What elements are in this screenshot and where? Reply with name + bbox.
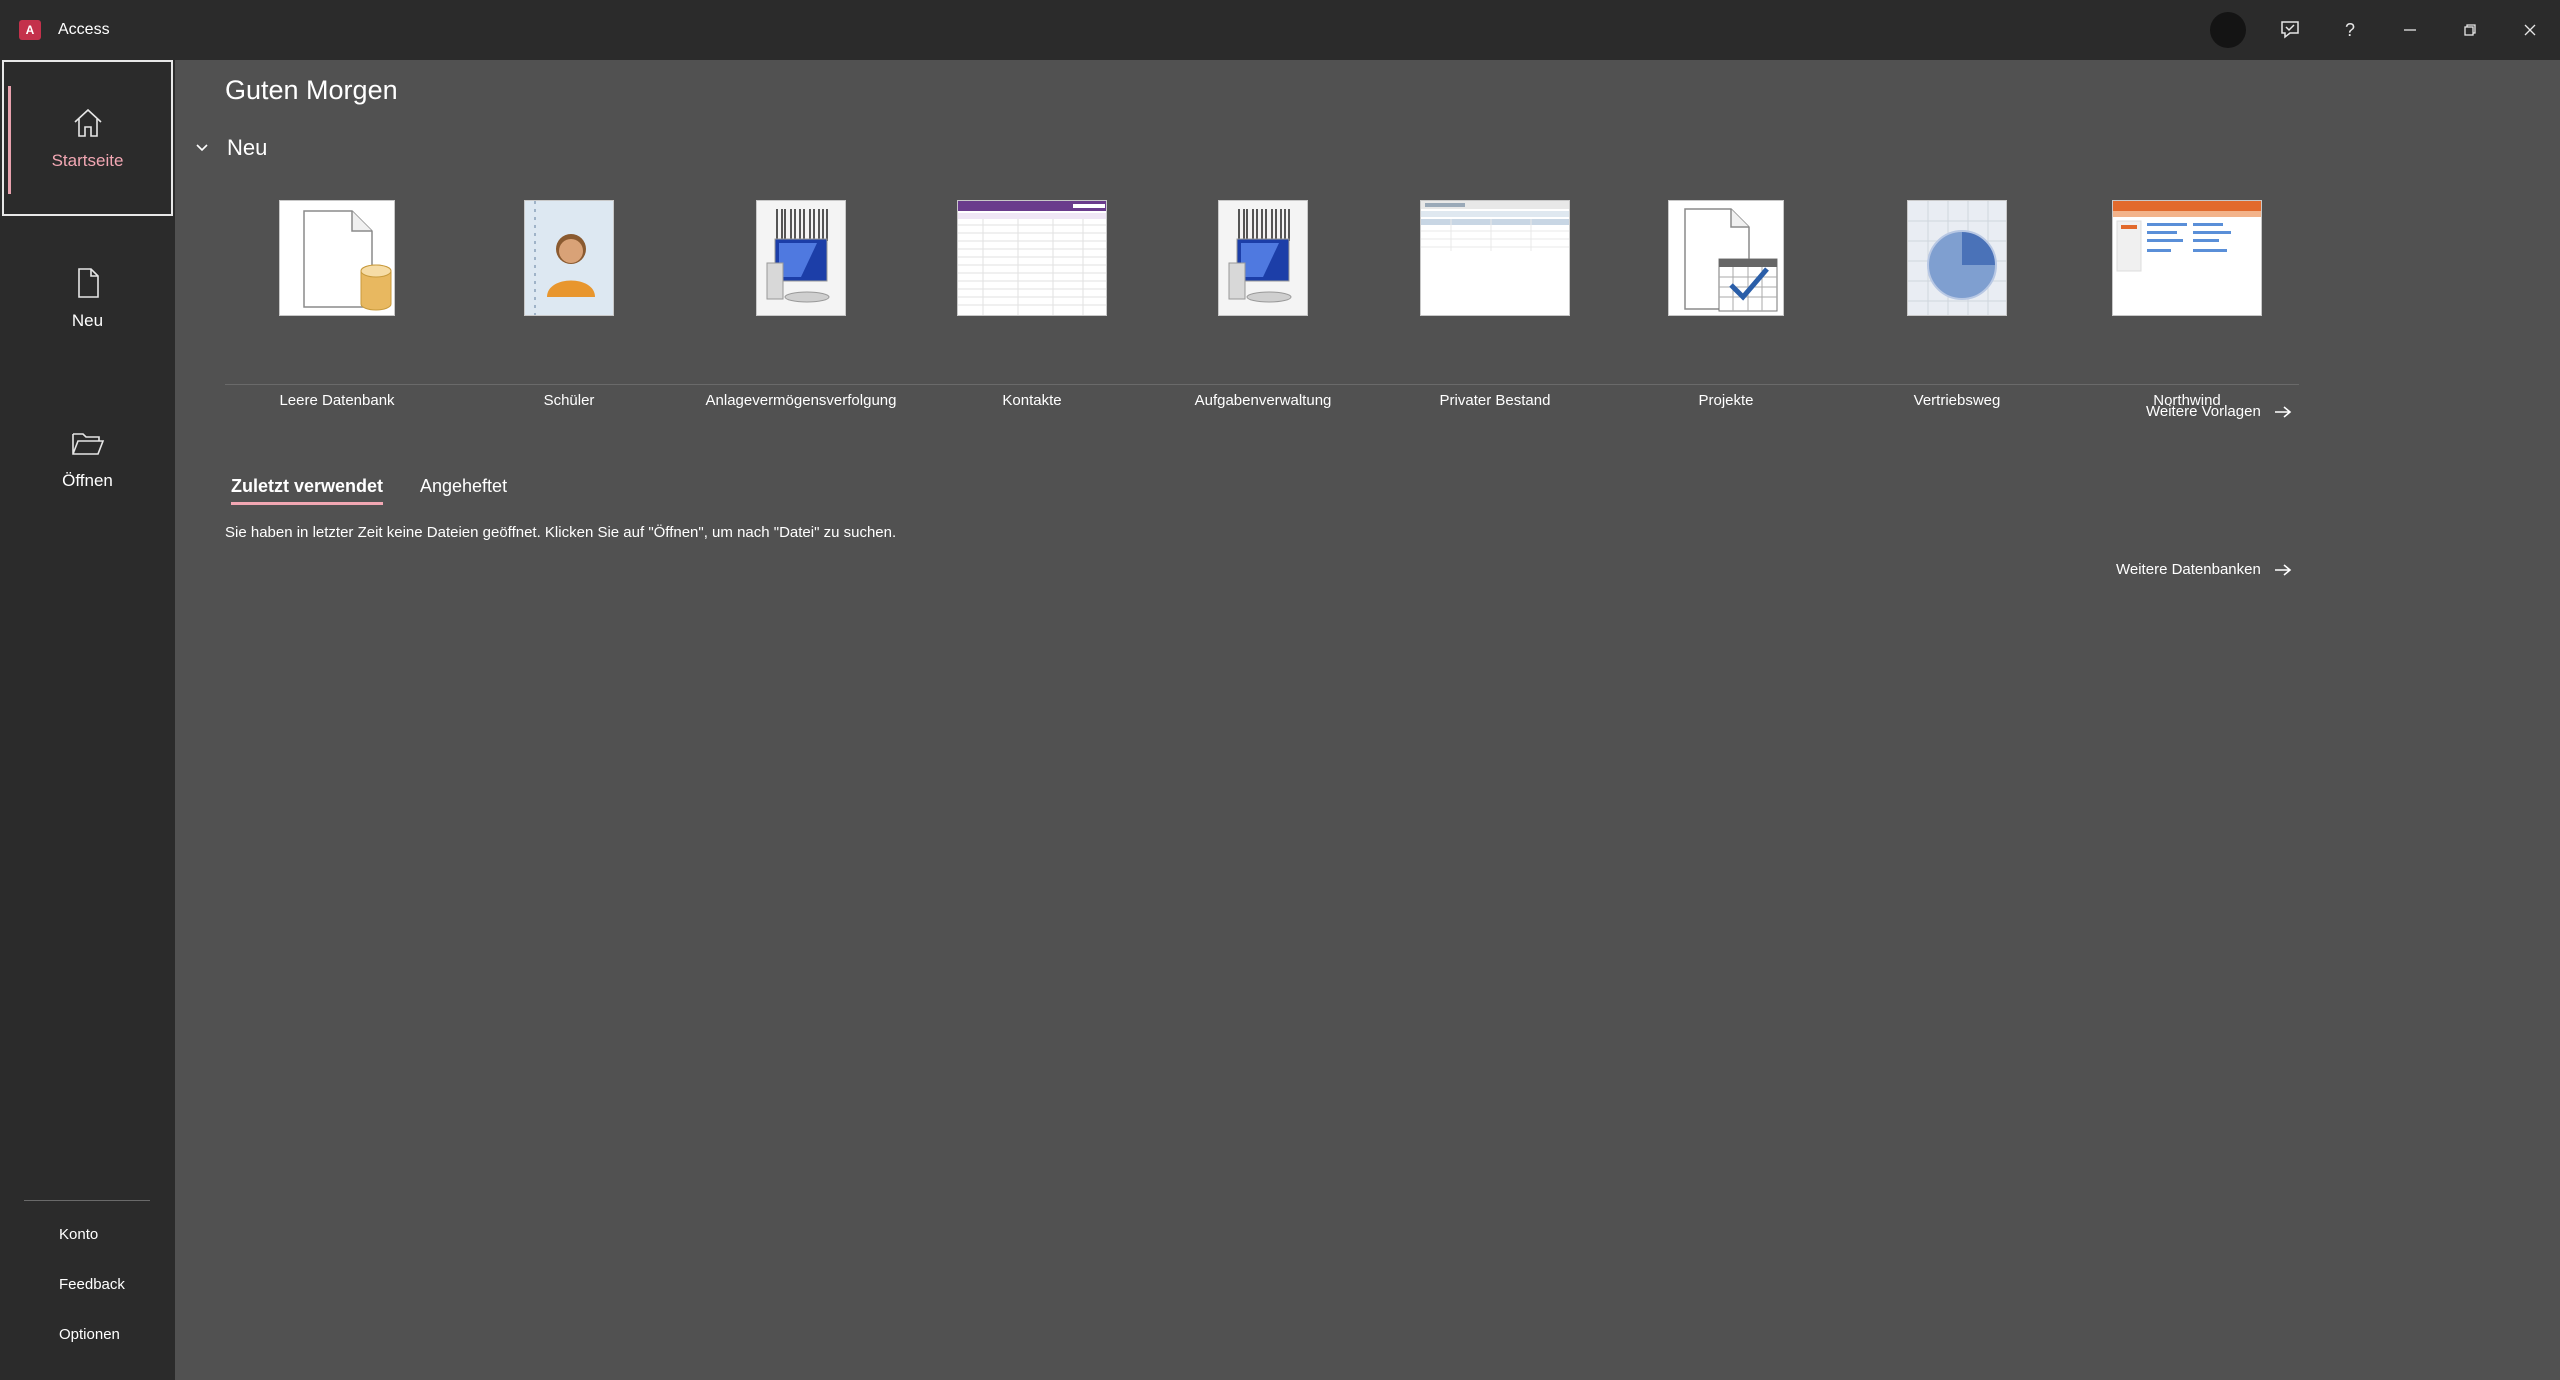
tab-recent[interactable]: Zuletzt verwendet: [231, 476, 384, 505]
template-home-inventory[interactable]: Privater Bestand: [1395, 200, 1595, 409]
template-label: Leere Datenbank: [279, 392, 395, 409]
sidebar: Startseite Neu Öffnen Konto Feedback Opt…: [0, 60, 175, 1380]
app-title: Access: [58, 21, 110, 38]
access-logo-icon: A: [19, 20, 41, 40]
projects-icon: [1668, 200, 1784, 316]
sales-pipeline-icon: [1907, 200, 2007, 316]
home-icon: [73, 108, 102, 137]
sidebar-divider: [24, 1200, 150, 1201]
sidebar-item-label: Neu: [71, 311, 104, 330]
template-label: Projekte: [1698, 392, 1754, 409]
more-templates-link[interactable]: Weitere Vorlagen: [2146, 403, 2293, 420]
asset-tracking-icon: [756, 200, 846, 316]
more-databases-label: Weitere Datenbanken: [2116, 561, 2261, 578]
arrow-right-icon: [2274, 563, 2292, 576]
title-bar: A Access ?: [0, 0, 2560, 60]
template-asset-tracking[interactable]: Anlagevermögensverfolgung: [701, 200, 901, 409]
new-document-icon: [77, 268, 99, 298]
template-students[interactable]: Schüler: [469, 200, 669, 409]
sidebar-item-label: Öffnen: [62, 471, 113, 490]
template-blank-database[interactable]: Leere Datenbank: [237, 200, 437, 409]
sidebar-link-feedback[interactable]: Feedback: [59, 1276, 125, 1293]
template-northwind[interactable]: Northwind: [2087, 200, 2287, 409]
template-label: Aufgabenverwaltung: [1194, 392, 1332, 409]
more-templates-label: Weitere Vorlagen: [2146, 403, 2261, 420]
template-label: Kontakte: [1002, 392, 1062, 409]
template-projects[interactable]: Projekte: [1626, 200, 1826, 409]
minimize-icon[interactable]: [2380, 0, 2440, 60]
template-label: Anlagevermögensverfolgung: [705, 392, 897, 409]
restore-icon[interactable]: [2440, 0, 2500, 60]
contacts-thumbnail: [957, 200, 1107, 316]
help-label: ?: [2344, 19, 2355, 40]
close-icon[interactable]: [2500, 0, 2560, 60]
tab-pinned[interactable]: Angeheftet: [420, 476, 507, 497]
sidebar-item-home[interactable]: Startseite: [2, 60, 173, 216]
sidebar-item-new[interactable]: Neu: [2, 220, 173, 376]
section-divider: [225, 384, 2299, 385]
main-content: Guten Morgen Neu Leere Datenbank Schüler…: [175, 60, 2560, 1380]
students-icon: [524, 200, 614, 316]
help-icon[interactable]: ?: [2320, 0, 2380, 60]
template-label: Schüler: [543, 392, 595, 409]
template-task-management[interactable]: Aufgabenverwaltung: [1163, 200, 1363, 409]
template-label: Privater Bestand: [1439, 392, 1551, 409]
empty-recent-message: Sie haben in letzter Zeit keine Dateien …: [225, 524, 897, 541]
feedback-icon[interactable]: [2260, 0, 2320, 60]
profile-avatar[interactable]: [2210, 12, 2246, 48]
home-inventory-thumbnail: [1420, 200, 1570, 316]
northwind-thumbnail: [2112, 200, 2262, 316]
arrow-right-icon: [2274, 405, 2292, 418]
new-section-title: Neu: [227, 135, 268, 160]
blank-database-icon: [279, 200, 395, 316]
logo-letter: A: [25, 23, 35, 37]
open-folder-icon: [71, 433, 104, 455]
sidebar-link-account[interactable]: Konto: [59, 1226, 98, 1243]
more-databases-link[interactable]: Weitere Datenbanken: [2116, 561, 2293, 578]
template-sales-pipeline[interactable]: Vertriebsweg: [1857, 200, 2057, 409]
template-label: Vertriebsweg: [1913, 392, 2001, 409]
sidebar-link-options[interactable]: Optionen: [59, 1326, 120, 1343]
template-contacts[interactable]: Kontakte: [932, 200, 1132, 409]
page-title: Guten Morgen: [225, 75, 398, 105]
task-management-icon: [1218, 200, 1308, 316]
chevron-down-icon: [196, 144, 208, 152]
sidebar-item-label: Startseite: [51, 151, 124, 170]
new-section-header[interactable]: Neu: [195, 135, 267, 161]
sidebar-item-open[interactable]: Öffnen: [2, 380, 173, 536]
